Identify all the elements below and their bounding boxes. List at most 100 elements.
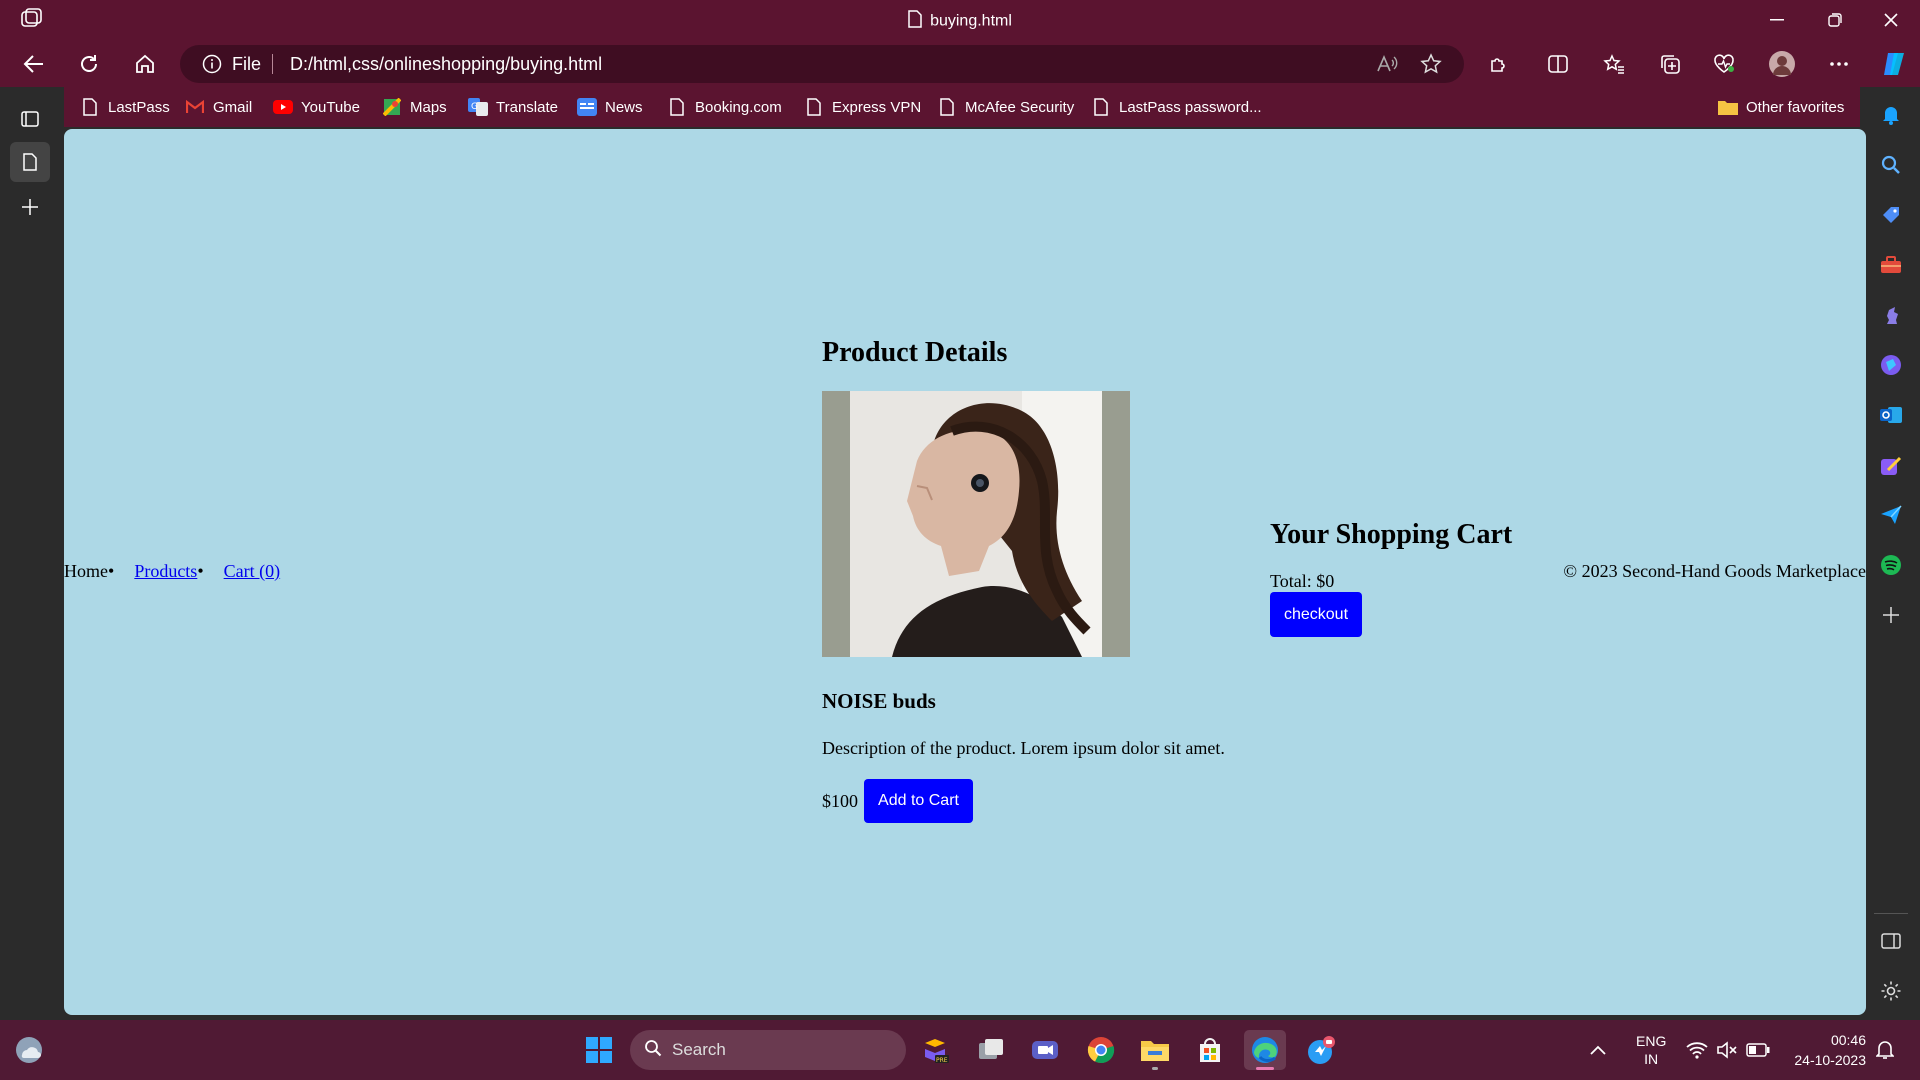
checkout-button[interactable]: checkout (1270, 592, 1362, 637)
shopping-cart-section: Your Shopping Cart Total: $0 checkout (1270, 519, 1512, 637)
favorite-label: LastPass (108, 98, 170, 116)
edge-browser-icon[interactable] (1244, 1030, 1286, 1070)
more-options-icon[interactable] (1821, 48, 1857, 80)
copilot-icon[interactable] (1876, 48, 1912, 80)
wifi-icon[interactable] (1686, 1020, 1708, 1080)
battery-icon[interactable] (1746, 1020, 1770, 1080)
extensions-icon[interactable] (1481, 48, 1517, 80)
send-paper-plane-icon[interactable] (1879, 503, 1903, 527)
search-icon[interactable] (1879, 153, 1903, 177)
profile-avatar[interactable] (1764, 48, 1800, 80)
teams-meet-icon[interactable] (1024, 1030, 1066, 1070)
favorite-lastpass-password[interactable]: LastPass password... (1091, 95, 1262, 119)
maps-icon (382, 97, 402, 117)
notification-center-bell-icon[interactable] (1876, 1020, 1894, 1080)
favorite-youtube[interactable]: YouTube (273, 95, 360, 119)
browser-essentials-icon[interactable] (1706, 48, 1742, 80)
favorites-icon[interactable] (1596, 48, 1632, 80)
file-explorer-icon[interactable] (1134, 1030, 1176, 1070)
language-indicator[interactable]: ENG IN (1636, 1020, 1666, 1080)
favorite-maps[interactable]: Maps (382, 95, 447, 119)
page-icon (80, 97, 100, 117)
favorite-mcafee[interactable]: McAfee Security (937, 95, 1074, 119)
add-sidebar-app-icon[interactable] (1879, 603, 1903, 627)
nav-bullet: • (108, 561, 115, 581)
nav-item-cart: Cart (0) (224, 561, 280, 582)
minimize-button[interactable] (1748, 0, 1806, 40)
folder-icon (1718, 97, 1738, 117)
cart-total: Total: $0 (1270, 571, 1335, 591)
other-favorites-label: Other favorites (1746, 98, 1845, 116)
clock-date: 24-10-2023 (1794, 1052, 1866, 1068)
other-favorites[interactable]: Other favorites (1718, 95, 1844, 119)
favorite-label: Booking.com (695, 98, 782, 116)
split-screen-icon[interactable] (1540, 48, 1576, 80)
volume-muted-icon[interactable] (1716, 1020, 1738, 1080)
favorite-expressvpn[interactable]: Express VPN (804, 95, 921, 119)
product-buy-row: $100 Add to Cart (822, 779, 1302, 823)
collections-icon[interactable] (1652, 48, 1688, 80)
games-chess-icon[interactable] (1879, 303, 1903, 327)
show-hidden-icons-chevron[interactable] (1590, 1020, 1606, 1080)
restore-button[interactable] (1806, 0, 1864, 40)
favorite-lastpass[interactable]: LastPass (80, 95, 170, 119)
back-button[interactable] (16, 48, 52, 80)
start-button[interactable] (578, 1030, 620, 1070)
task-view-icon[interactable] (970, 1030, 1012, 1070)
designer-icon[interactable] (1879, 453, 1903, 477)
favorite-label: News (605, 98, 643, 116)
taskbar-search-box[interactable]: Search (630, 1030, 906, 1070)
favorite-label: Maps (410, 98, 447, 116)
outlook-icon[interactable] (1879, 403, 1903, 427)
favorite-translate[interactable]: G Translate (468, 95, 558, 119)
translate-icon: G (468, 97, 488, 117)
add-to-cart-button[interactable]: Add to Cart (864, 779, 973, 823)
microsoft-store-icon[interactable] (1189, 1030, 1231, 1070)
vertical-tabs-rail (0, 87, 64, 1020)
sidebar-divider (1874, 913, 1908, 914)
address-url[interactable]: D:/html,css/onlineshopping/buying.html (290, 54, 602, 75)
sidebar-settings-gear-icon[interactable] (1879, 979, 1903, 1003)
cart-heading: Your Shopping Cart (1270, 519, 1513, 550)
widgets-preview-icon[interactable]: PRE (915, 1030, 957, 1070)
taskbar-search-placeholder: Search (672, 1040, 726, 1059)
window-title-text: buying.html (930, 12, 1012, 30)
web-page-viewport: Home • Products • Cart (0) Product Details… (64, 129, 1866, 1015)
product-description: Description of the product. Lorem ipsum … (822, 738, 1225, 758)
info-icon[interactable] (202, 54, 222, 79)
window-title: buying.html (0, 10, 1920, 33)
nav-products-link[interactable]: Products (134, 561, 197, 582)
edge-sidebar (1862, 87, 1920, 1020)
tools-briefcase-icon[interactable] (1879, 253, 1903, 277)
hide-sidebar-icon[interactable] (1879, 929, 1903, 953)
spotify-icon[interactable] (1879, 553, 1903, 577)
weather-widget-icon[interactable] (8, 1030, 50, 1070)
notification-bell-icon[interactable] (1879, 103, 1903, 127)
favorite-gmail[interactable]: Gmail (185, 95, 252, 119)
close-button[interactable] (1862, 0, 1920, 40)
taskbar-clock[interactable]: 00:46 24-10-2023 (1786, 1020, 1866, 1080)
tab-actions-menu-icon[interactable] (10, 99, 50, 139)
browser-title-bar: buying.html (0, 0, 1920, 40)
address-bar[interactable]: File D:/html,css/onlineshopping/buying.h… (180, 45, 1464, 83)
nav-cart-link[interactable]: Cart (0) (224, 561, 280, 582)
microsoft-365-icon[interactable] (1879, 353, 1903, 377)
page-icon (667, 97, 687, 117)
favorite-label: McAfee Security (965, 98, 1075, 116)
favorite-star-icon[interactable] (1420, 53, 1442, 80)
refresh-button[interactable] (71, 48, 107, 80)
favorite-news[interactable]: News (577, 95, 643, 119)
read-aloud-icon[interactable] (1376, 54, 1398, 79)
svg-text:PRE: PRE (936, 1057, 948, 1064)
home-button[interactable] (127, 48, 163, 80)
product-name: NOISE buds (822, 689, 936, 713)
favorite-booking[interactable]: Booking.com (667, 95, 782, 119)
page-icon (1091, 97, 1111, 117)
shopping-tag-icon[interactable] (1879, 203, 1903, 227)
favorite-label: LastPass password... (1119, 98, 1262, 116)
address-scheme: File (232, 54, 262, 74)
new-tab-icon[interactable] (10, 187, 50, 227)
chrome-icon[interactable] (1080, 1030, 1122, 1070)
edge-beta-notify-icon[interactable] (1300, 1030, 1342, 1070)
vertical-tab-buying[interactable] (10, 142, 50, 182)
